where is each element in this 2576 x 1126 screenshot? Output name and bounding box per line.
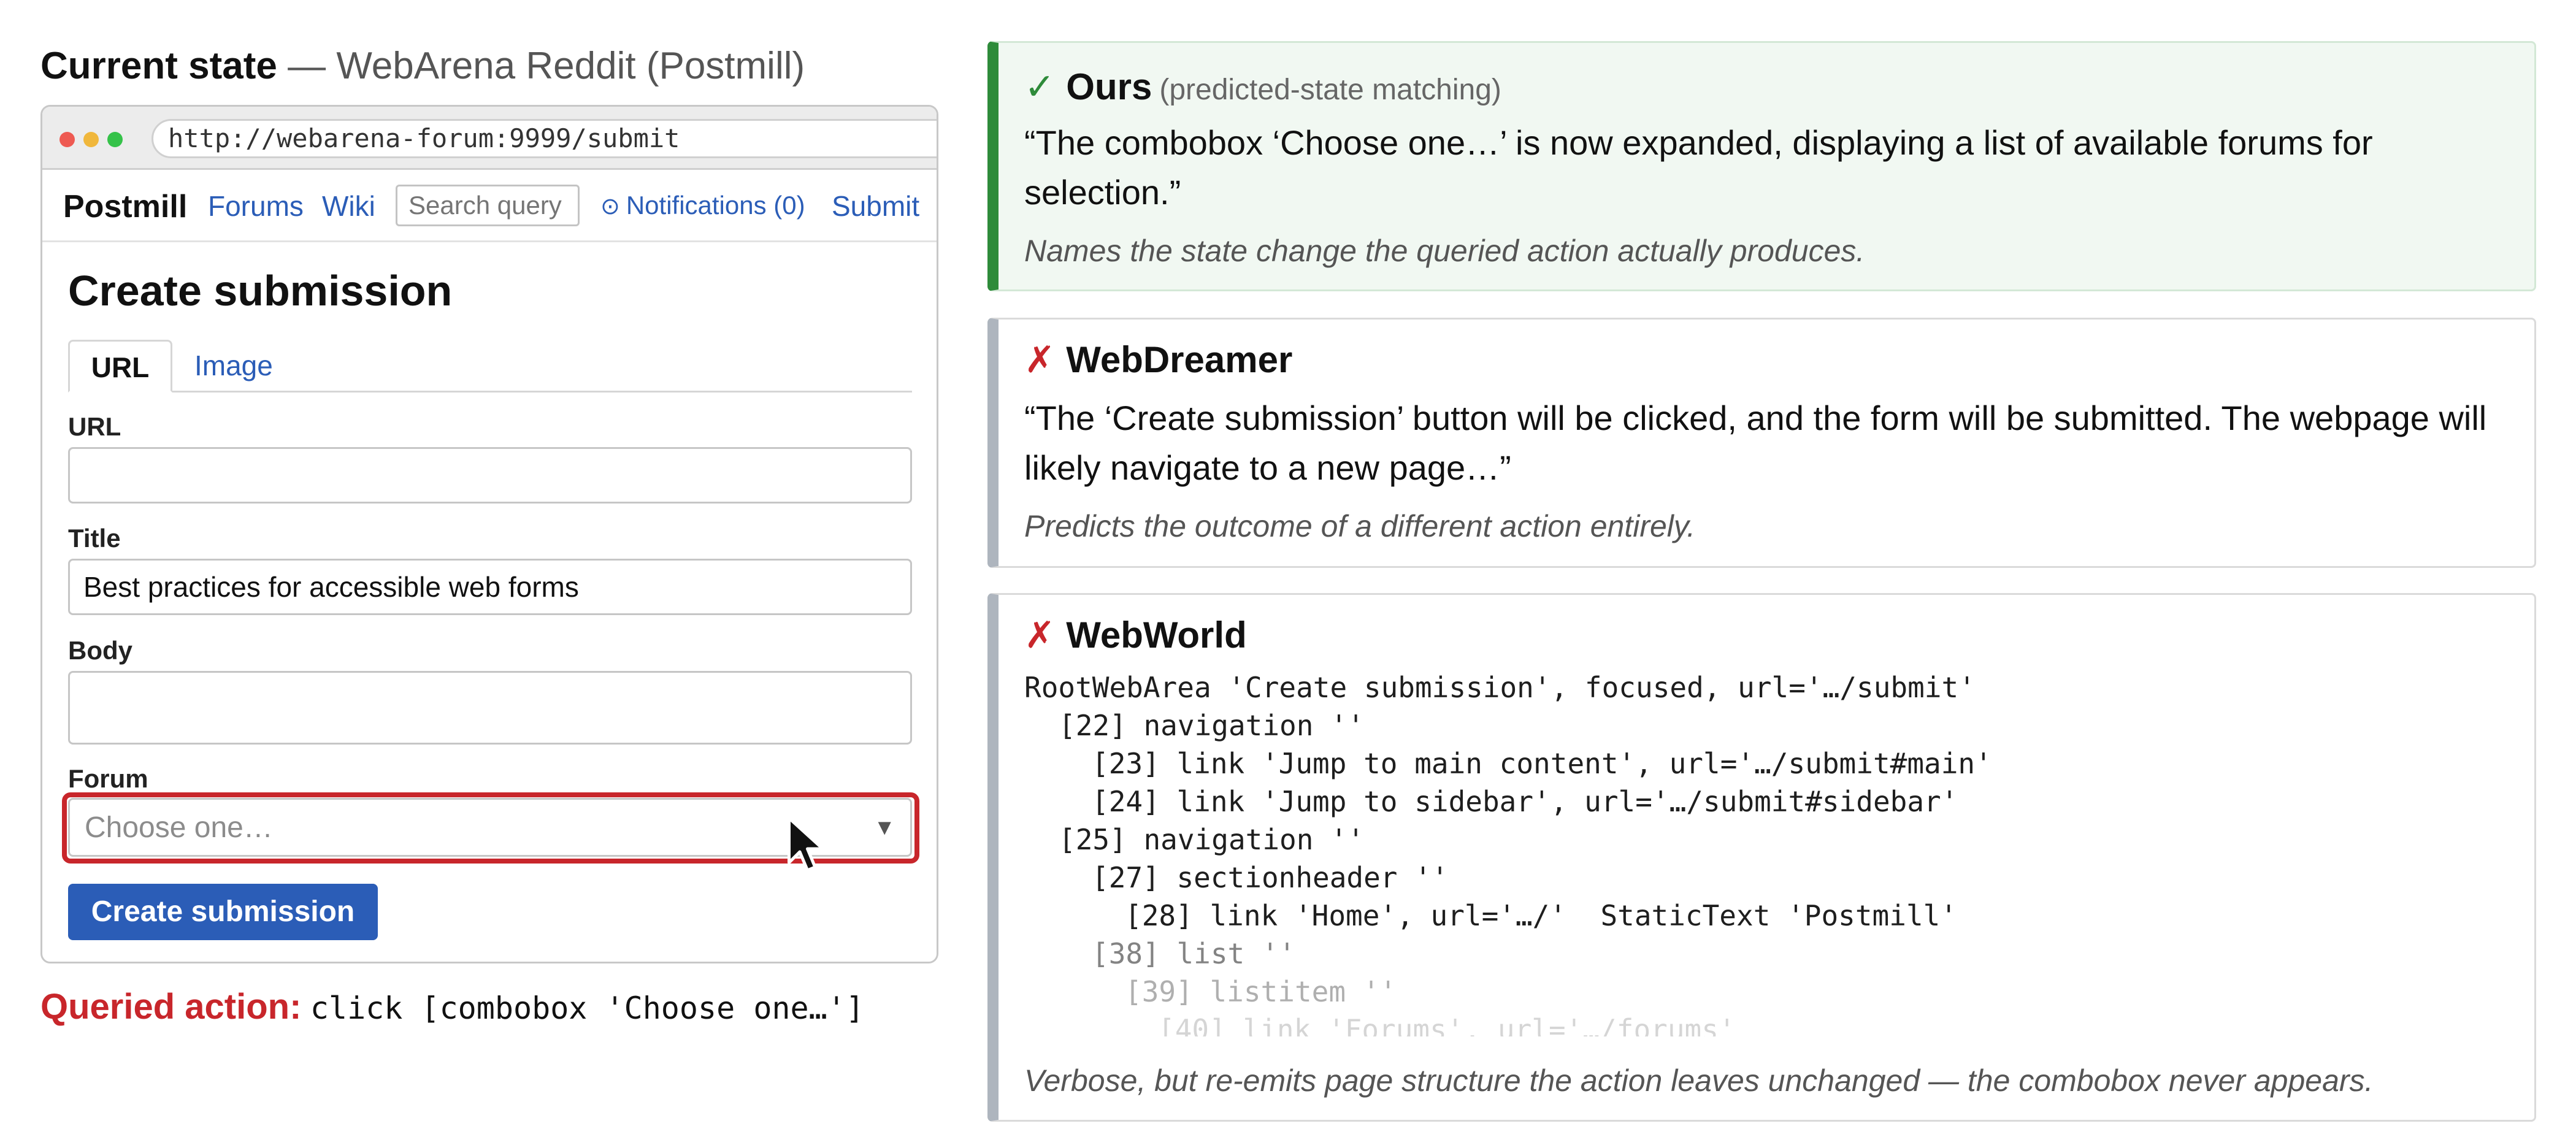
tree-line: [22] navigation '' <box>1059 709 1365 742</box>
card-ours-note: Names the state change the queried actio… <box>1024 234 1865 268</box>
tab-image[interactable]: Image <box>194 340 273 393</box>
clock-icon: ⊙ <box>600 194 620 220</box>
title-field[interactable]: Best practices for accessible web forms <box>68 559 912 615</box>
site-navbar: Postmill Forums Wiki ⊙Notifications (0) … <box>42 170 937 242</box>
accessibility-tree: RootWebArea 'Create submission', focused… <box>1024 668 2509 1036</box>
minimize-window-dot[interactable] <box>83 132 99 147</box>
url-field-label: URL <box>68 412 121 441</box>
body-field[interactable] <box>68 671 912 745</box>
queried-action-code: click [combobox 'Choose one…'] <box>310 990 864 1026</box>
submission-tabs: URL Image <box>68 340 912 393</box>
queried-action-label: Queried action: <box>40 987 302 1027</box>
create-submission-button[interactable]: Create submission <box>68 884 378 940</box>
forum-placeholder: Choose one… <box>85 811 273 844</box>
card-webworld-header: ✗ WebWorld <box>1024 613 1247 657</box>
tree-line: [40] link 'Forums', url='…/forums' <box>1158 1013 1736 1036</box>
card-webdreamer: ✗ WebDreamer “The ‘Create submission’ but… <box>987 318 2536 568</box>
card-webworld-note: Verbose, but re-emits page structure the… <box>1024 1063 2374 1098</box>
title-field-label: Title <box>68 524 121 553</box>
card-ours-header: ✓ Ours (predicted-state matching) <box>1024 65 1501 112</box>
site-brand[interactable]: Postmill <box>63 188 187 225</box>
notifications-link[interactable]: ⊙ Notifications (0) <box>600 191 805 220</box>
heading-subtitle: WebArena Reddit (Postmill) <box>336 45 805 87</box>
close-window-dot[interactable] <box>59 132 75 147</box>
tree-line: [28] link 'Home', url='…/' StaticText 'P… <box>1125 899 1958 932</box>
card-webdreamer-name: WebDreamer <box>1066 339 1293 380</box>
cross-icon: ✗ <box>1024 615 1056 656</box>
form-title: Create submission <box>68 267 453 315</box>
browser-window: http://webarena-forum:9999/submit Postmi… <box>40 105 938 963</box>
card-webworld: ✗ WebWorld RootWebArea 'Create submission… <box>987 593 2536 1122</box>
card-ours-quote: “The combobox ‘Choose one…’ is now expan… <box>1024 123 2373 212</box>
tree-line: [38] list '' <box>1092 937 1296 970</box>
tab-url[interactable]: URL <box>68 340 172 393</box>
card-ours-name: Ours <box>1066 66 1152 107</box>
tree-line: [23] link 'Jump to main content', url='…… <box>1092 747 1992 780</box>
dropdown-caret-icon: ▼ <box>873 814 895 840</box>
heading-title: Current state <box>40 45 277 87</box>
heading-dash: — <box>288 45 326 87</box>
search-input[interactable] <box>396 185 580 226</box>
tree-line: [39] listitem '' <box>1125 975 1397 1008</box>
cross-icon: ✗ <box>1024 339 1056 380</box>
nav-submit-link[interactable]: Submit <box>832 190 919 223</box>
nav-forums-link[interactable]: Forums <box>208 190 304 223</box>
body-field-label: Body <box>68 636 132 665</box>
card-webdreamer-quote: “The ‘Create submission’ button will be … <box>1024 399 2487 487</box>
card-webworld-name: WebWorld <box>1066 615 1247 656</box>
card-ours: ✓ Ours (predicted-state matching) “The com… <box>987 41 2536 291</box>
tree-line: RootWebArea 'Create submission', focused… <box>1024 671 1976 704</box>
current-state-heading: Current state — WebArena Reddit (Postmil… <box>40 42 805 91</box>
card-ours-subtitle: (predicted-state matching) <box>1159 74 1501 106</box>
tree-line: [25] navigation '' <box>1059 823 1365 856</box>
card-webdreamer-header: ✗ WebDreamer <box>1024 338 1292 382</box>
tree-line: [24] link 'Jump to sidebar', url='…/subm… <box>1092 785 1958 818</box>
maximize-window-dot[interactable] <box>107 132 123 147</box>
mouse-cursor-icon <box>788 816 824 872</box>
url-field[interactable] <box>68 447 912 504</box>
address-bar[interactable]: http://webarena-forum:9999/submit <box>151 119 937 158</box>
browser-chrome: http://webarena-forum:9999/submit <box>42 107 937 170</box>
checkmark-icon: ✓ <box>1024 66 1056 107</box>
nav-wiki-link[interactable]: Wiki <box>322 190 375 223</box>
queried-action: Queried action: click [combobox 'Choose … <box>40 986 864 1027</box>
notifications-label: Notifications (0) <box>626 191 805 220</box>
card-webdreamer-note: Predicts the outcome of a different acti… <box>1024 509 1696 543</box>
forum-field-label: Forum <box>68 764 148 793</box>
tree-line: [27] sectionheader '' <box>1092 861 1449 894</box>
